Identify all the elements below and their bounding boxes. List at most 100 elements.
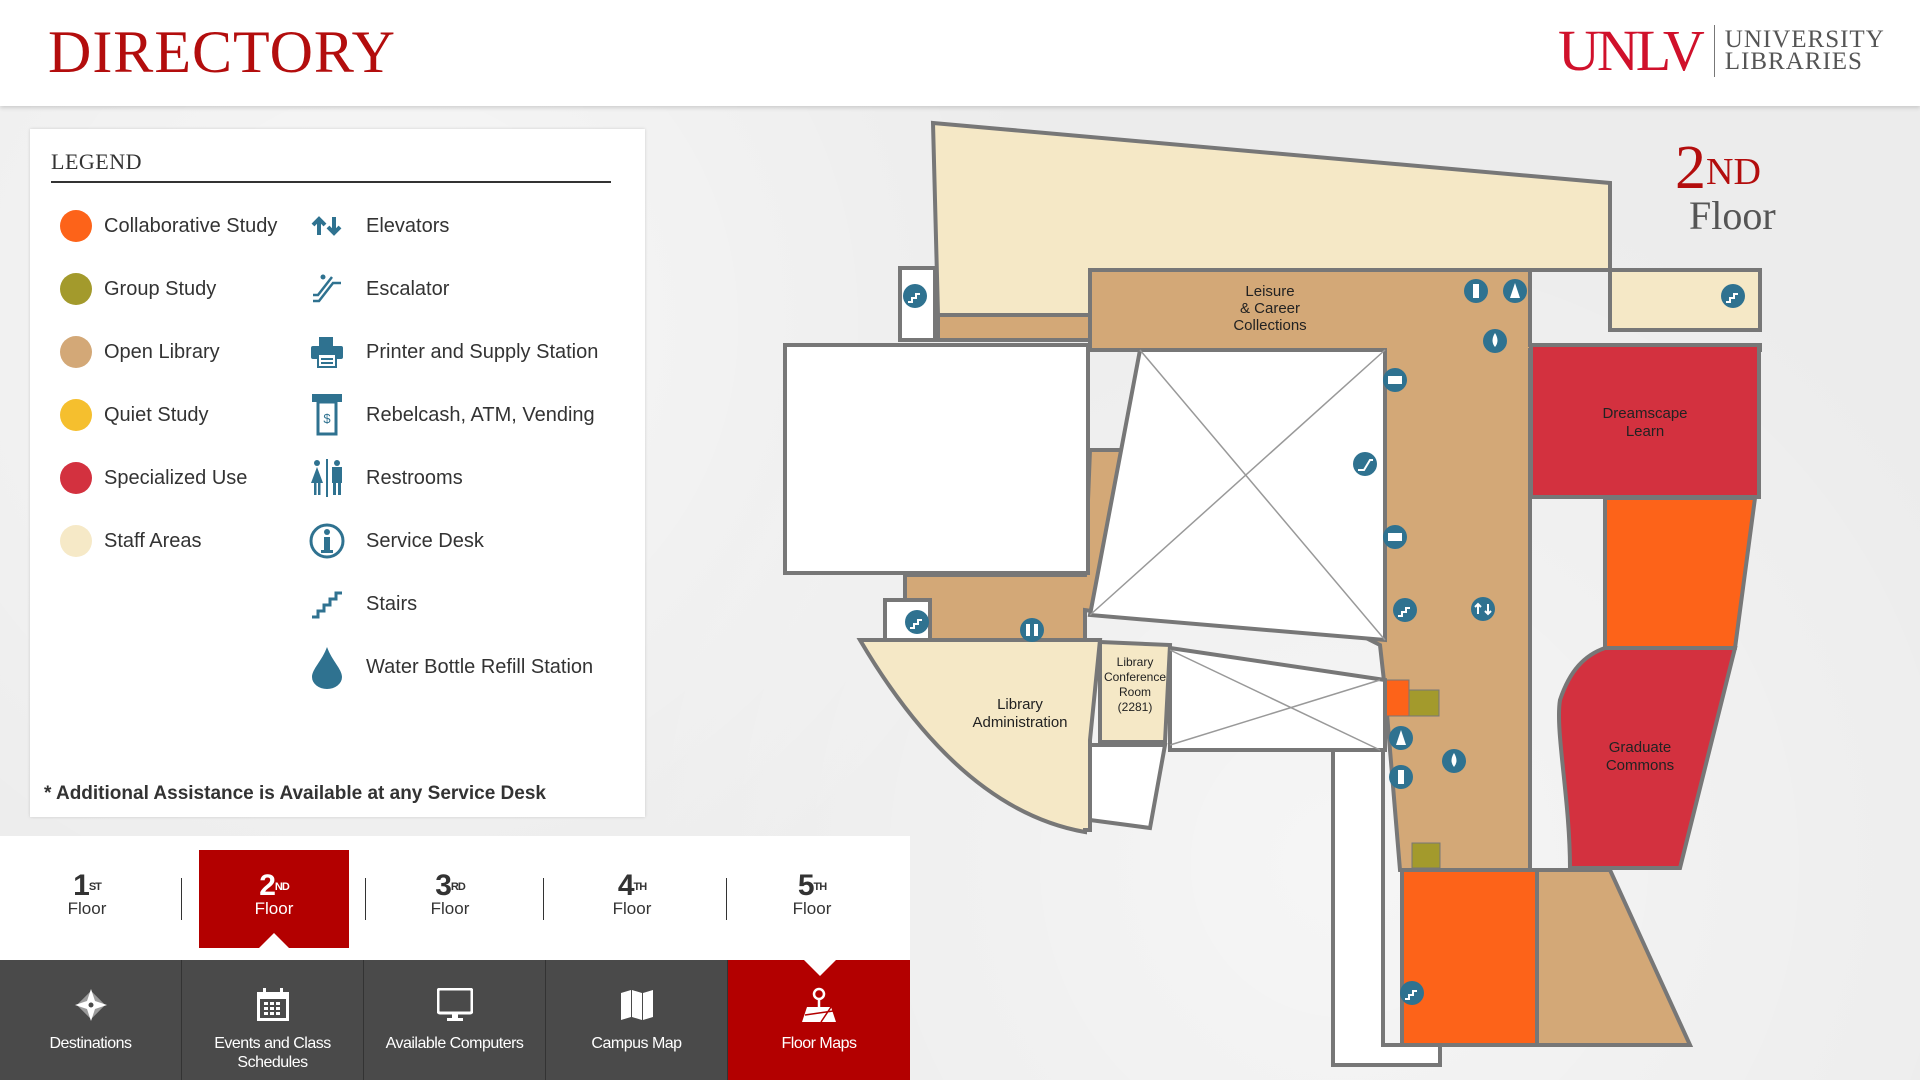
floor-tab-5[interactable]: 5TH Floor xyxy=(737,850,887,948)
legend-label: Escalator xyxy=(366,277,450,300)
floor-tab-divider xyxy=(543,878,544,920)
label-admin-2: Administration xyxy=(972,714,1067,731)
legend-item-group-study: Group Study xyxy=(60,269,216,309)
atrium-cross-lines xyxy=(1089,349,1386,751)
legend-item-water-refill: Water Bottle Refill Station xyxy=(306,646,593,689)
floor-tab-label: Floor xyxy=(67,899,107,918)
floor-tab-3[interactable]: 3RD Floor xyxy=(375,850,525,948)
floor-tab-2[interactable]: 2ND Floor xyxy=(199,850,349,948)
label-graduate-2: Commons xyxy=(1606,757,1674,774)
active-floor-indicator xyxy=(259,933,289,948)
open-library-swatch xyxy=(60,336,92,368)
legend-item-stairs: Stairs xyxy=(306,584,417,624)
header: DIRECTORY UNLV UNIVERSITY LIBRARIES xyxy=(0,0,1920,106)
legend-label: Collaborative Study xyxy=(104,214,278,237)
legend-label: Stairs xyxy=(366,592,418,615)
map-restroom-women-icon xyxy=(1389,726,1413,750)
open-library-corridor xyxy=(903,268,1762,1047)
assistance-footnote: * Additional Assistance is Available at … xyxy=(44,783,546,804)
nav-destinations[interactable]: Destinations xyxy=(0,960,182,1080)
current-floor-word: Floor xyxy=(1689,193,1776,238)
group-study-swatch xyxy=(60,273,92,305)
printer-icon xyxy=(306,331,348,373)
map-stairs-icon xyxy=(1400,981,1424,1005)
legend-item-open-library: Open Library xyxy=(60,332,220,372)
floor-tab-1[interactable]: 1ST Floor xyxy=(12,850,162,948)
legend-label: Elevators xyxy=(366,214,450,237)
folded-map-icon xyxy=(546,980,727,1030)
floor-tab-4[interactable]: 4TH Floor xyxy=(557,850,707,948)
map-escalator-icon xyxy=(1353,452,1377,476)
label-leisure-career-3: Collections xyxy=(1233,317,1306,334)
legend-label: Open Library xyxy=(104,340,220,363)
collaborative-study-south xyxy=(1400,868,1539,1047)
library-conference-room xyxy=(1098,639,1173,744)
floor-plan-walls xyxy=(783,120,1762,1067)
nav-label: Campus Map xyxy=(591,1035,682,1052)
calendar-icon xyxy=(182,980,363,1030)
atrium-open-below xyxy=(1087,348,1387,643)
legend-item-elevators: Elevators xyxy=(306,206,449,246)
logo-libraries-text: UNIVERSITY LIBRARIES xyxy=(1725,27,1885,74)
map-stairs-icon xyxy=(1393,598,1417,622)
legend-label: Quiet Study xyxy=(104,403,209,426)
library-administration-room xyxy=(856,638,1103,835)
nav-available-computers[interactable]: Available Computers xyxy=(364,960,546,1080)
floor-tab-label: Floor xyxy=(254,899,294,918)
floor-selector: 1ST Floor 2ND Floor 3RD Floor 4TH Floor 5TH F… xyxy=(0,836,910,960)
northwest-stair-block xyxy=(898,266,937,342)
label-conference-4: (2281) xyxy=(1118,700,1153,714)
legend-item-staff-areas: Staff Areas xyxy=(60,521,201,561)
legend-label: Specialized Use xyxy=(104,466,248,489)
nav-events[interactable]: Events and Class Schedules xyxy=(182,960,364,1080)
floor-tab-label: Floor xyxy=(792,899,832,918)
map-water-drop-icon xyxy=(1483,329,1507,353)
open-library-north-strip xyxy=(936,313,1092,342)
floor-tab-number: 3RD xyxy=(435,869,466,902)
south-atrium xyxy=(1168,645,1387,752)
legend-item-service-desk: Service Desk xyxy=(306,521,484,561)
map-elevator-icon xyxy=(1471,597,1495,621)
map-water-drop-icon xyxy=(1442,749,1466,773)
unlv-libraries-logo: UNLV UNIVERSITY LIBRARIES xyxy=(1558,22,1885,80)
west-block xyxy=(783,343,1090,575)
collaborative-small-room xyxy=(1382,679,1410,717)
label-conference-1: Library xyxy=(1117,655,1154,669)
legend-item-specialized-use: Specialized Use xyxy=(60,458,247,498)
map-restroom-men-icon xyxy=(1389,765,1413,789)
logo-divider xyxy=(1713,25,1715,77)
elevator-icon xyxy=(306,205,348,247)
floor-tab-label: Floor xyxy=(430,899,470,918)
group-study-small-room xyxy=(1408,689,1440,717)
floor-map-pin-icon xyxy=(728,980,910,1030)
collaborative-study-east xyxy=(1603,496,1758,650)
legend-item-quiet-study: Quiet Study xyxy=(60,395,209,435)
specialized-use-swatch xyxy=(60,462,92,494)
floor-tab-label: Floor xyxy=(612,899,652,918)
nav-label: Available Computers xyxy=(385,1035,524,1052)
nav-label: Floor Maps xyxy=(781,1035,857,1052)
map-printer-icon xyxy=(1383,368,1407,392)
southwest-white-room xyxy=(1088,743,1168,831)
legend-divider xyxy=(51,181,611,183)
logo-unlv-text: UNLV xyxy=(1558,18,1705,83)
nav-campus-map[interactable]: Campus Map xyxy=(546,960,728,1080)
nav-label: Destinations xyxy=(49,1035,132,1052)
nav-label: Events and Class Schedules xyxy=(214,1035,331,1071)
escalator-icon xyxy=(306,268,348,310)
map-stairs-icon xyxy=(1721,284,1745,308)
water-drop-icon xyxy=(306,646,348,689)
floor-tab-number: 2ND xyxy=(259,869,290,902)
label-conference-2: Conference xyxy=(1104,670,1166,684)
legend-item-restrooms: Restrooms xyxy=(306,458,463,498)
legend-item-printer: Printer and Supply Station xyxy=(306,332,598,372)
current-floor-label: 2ND Floor xyxy=(1675,137,1776,238)
label-conference-3: Room xyxy=(1119,685,1151,699)
floor-tab-number: 1ST xyxy=(73,869,102,902)
floor-tab-divider xyxy=(365,878,366,920)
floor-tab-divider xyxy=(181,878,182,920)
nav-floor-maps[interactable]: Floor Maps xyxy=(728,960,910,1080)
collaborative-study-swatch xyxy=(60,210,92,242)
legend-label: Staff Areas xyxy=(104,529,202,552)
label-admin-1: Library xyxy=(997,696,1043,713)
